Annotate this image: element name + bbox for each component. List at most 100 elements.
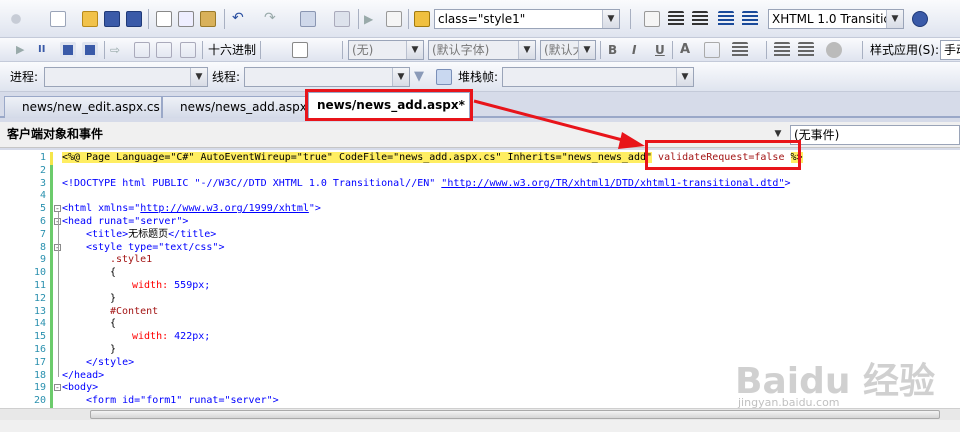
- html-open: <html xmlns=": [62, 203, 141, 215]
- doctype-selector-value: XHTML 1.0 Transitic: [772, 12, 891, 26]
- line-number: 20: [33, 395, 46, 407]
- css-value: 422px;: [174, 331, 211, 343]
- standard-toolbar: ↶ ↷ ▶ class="style1" ▼ XHTML 1.0 Transit…: [0, 0, 960, 38]
- foreground-color-icon[interactable]: A: [680, 42, 696, 58]
- cut-icon[interactable]: [156, 11, 172, 27]
- step-out-icon[interactable]: [180, 42, 196, 58]
- thread-selector[interactable]: ▼: [244, 67, 410, 87]
- outdent-icon[interactable]: [668, 11, 684, 27]
- line-number: 16: [33, 344, 46, 355]
- justify-icon[interactable]: [732, 42, 748, 58]
- step-icon[interactable]: ▶: [16, 42, 32, 58]
- code-line-13: #Content: [110, 305, 159, 317]
- chevron-down-icon[interactable]: ▼: [578, 41, 595, 59]
- comment-icon[interactable]: [718, 11, 734, 27]
- events-selector[interactable]: (无事件): [790, 125, 960, 145]
- navigate-forward-icon[interactable]: [334, 11, 350, 27]
- stop-icon[interactable]: [60, 42, 76, 58]
- filter-icon[interactable]: ▼: [414, 69, 430, 85]
- collapse-icon[interactable]: -: [54, 205, 61, 213]
- doctype-close: >: [784, 177, 791, 189]
- underline-button[interactable]: U: [655, 42, 665, 58]
- doctype-selector[interactable]: XHTML 1.0 Transitic ▼: [768, 9, 904, 29]
- code-line-5: <html xmlns="http://www.w3.org/1999/xhtm…: [62, 203, 321, 216]
- hex-display-toggle[interactable]: 十六进制: [208, 42, 256, 58]
- save-all-icon[interactable]: [126, 11, 142, 27]
- undo-icon[interactable]: ↶: [232, 11, 248, 27]
- chevron-down-icon[interactable]: ▼: [190, 68, 207, 86]
- find-in-files-icon[interactable]: [386, 11, 402, 27]
- code-line-20: <form id="form1" runat="server">: [86, 395, 279, 407]
- code-line-18: </head>: [62, 369, 105, 381]
- stack-frame-selector[interactable]: ▼: [502, 67, 694, 87]
- chevron-down-icon[interactable]: ▼: [886, 10, 903, 28]
- line-number: 14: [33, 318, 46, 330]
- indent-icon[interactable]: [692, 11, 708, 27]
- process-selector[interactable]: ▼: [44, 67, 208, 87]
- style-application-selector[interactable]: 手动: [940, 40, 960, 60]
- code-line-3: <!DOCTYPE html PUBLIC "-//W3C//DTD XHTML…: [62, 178, 791, 191]
- code-line-16: }: [110, 344, 117, 355]
- check-accessibility-icon[interactable]: [912, 11, 928, 27]
- tab-news-add-cs[interactable]: news/news_add.aspx.cs: [162, 96, 306, 118]
- navigate-backward-icon[interactable]: [300, 11, 316, 27]
- title-text: 无标题页: [128, 228, 169, 240]
- line-number: 12: [33, 292, 46, 304]
- css-property: width:: [132, 331, 175, 343]
- chevron-down-icon[interactable]: ▼: [392, 68, 409, 86]
- breakpoints-icon[interactable]: [292, 42, 308, 58]
- bulleted-list-icon[interactable]: [774, 42, 790, 58]
- title-close: </title>: [168, 228, 217, 240]
- code-line-6: <head runat="server">: [62, 216, 189, 227]
- hyperlink-icon[interactable]: [826, 42, 842, 58]
- scroll-thumb[interactable]: [90, 410, 940, 419]
- undo-scope-icon[interactable]: [8, 11, 24, 27]
- uncomment-icon[interactable]: [742, 11, 758, 27]
- horizontal-scrollbar[interactable]: [0, 408, 960, 420]
- flag-threads-icon[interactable]: [436, 69, 452, 85]
- process-label: 进程:: [10, 70, 39, 84]
- step-over-icon[interactable]: [156, 42, 172, 58]
- directive-open: <%@ Page Language="C#" AutoEventWireup="…: [62, 152, 653, 163]
- new-item-icon[interactable]: [50, 11, 66, 27]
- tab-new-edit-cs[interactable]: news/new_edit.aspx.cs: [4, 96, 162, 118]
- tab-label: news/new_edit.aspx.cs: [22, 100, 160, 114]
- block-format-selector[interactable]: (无) ▼: [348, 40, 424, 60]
- paste-icon[interactable]: [200, 11, 216, 27]
- class-selector[interactable]: class="style1" ▼: [434, 9, 620, 29]
- font-name-selector[interactable]: (默认字体) ▼: [428, 40, 536, 60]
- chevron-down-icon[interactable]: ▼: [406, 41, 423, 59]
- start-debug-icon[interactable]: ▶: [364, 11, 380, 27]
- collapse-icon[interactable]: -: [54, 384, 61, 392]
- xmlns-link[interactable]: http://www.w3.org/1999/xhtml: [140, 203, 309, 214]
- background-color-icon[interactable]: [704, 42, 720, 58]
- baidu-watermark-url: jingyan.baidu.com: [738, 396, 840, 409]
- code-line-14: {: [110, 318, 117, 330]
- show-next-statement-icon[interactable]: ⇨: [110, 42, 126, 58]
- line-number: 15: [33, 331, 46, 343]
- bold-button[interactable]: B: [608, 42, 617, 58]
- step-into-icon[interactable]: [134, 42, 150, 58]
- doctype-text: <!DOCTYPE html PUBLIC "-//W3C//DTD XHTML…: [62, 177, 442, 189]
- line-number: 11: [33, 280, 46, 291]
- line-number: 18: [33, 369, 46, 381]
- save-icon[interactable]: [104, 11, 120, 27]
- change-marker: [50, 152, 53, 165]
- format-document-icon[interactable]: [644, 11, 660, 27]
- copy-icon[interactable]: [178, 11, 194, 27]
- redo-icon[interactable]: ↷: [264, 11, 280, 27]
- restart-icon[interactable]: [82, 42, 98, 58]
- chevron-down-icon[interactable]: ▼: [602, 10, 619, 28]
- chevron-down-icon[interactable]: ▼: [518, 41, 535, 59]
- line-number: 2: [39, 164, 46, 176]
- dtd-link[interactable]: "http://www.w3.org/TR/xhtml1/DTD/xhtml1-…: [441, 178, 784, 189]
- line-number: 8: [39, 241, 46, 253]
- code-line-7: <title>无标题页</title>: [86, 229, 216, 242]
- client-objects-value: 客户端对象和事件: [7, 127, 104, 141]
- chevron-down-icon[interactable]: ▼: [676, 68, 693, 86]
- font-size-selector[interactable]: (默认大 ▼: [540, 40, 596, 60]
- pause-icon[interactable]: II: [38, 42, 54, 58]
- italic-button[interactable]: I: [632, 42, 636, 58]
- open-folder-icon[interactable]: [82, 11, 98, 27]
- numbered-list-icon[interactable]: [798, 42, 814, 58]
